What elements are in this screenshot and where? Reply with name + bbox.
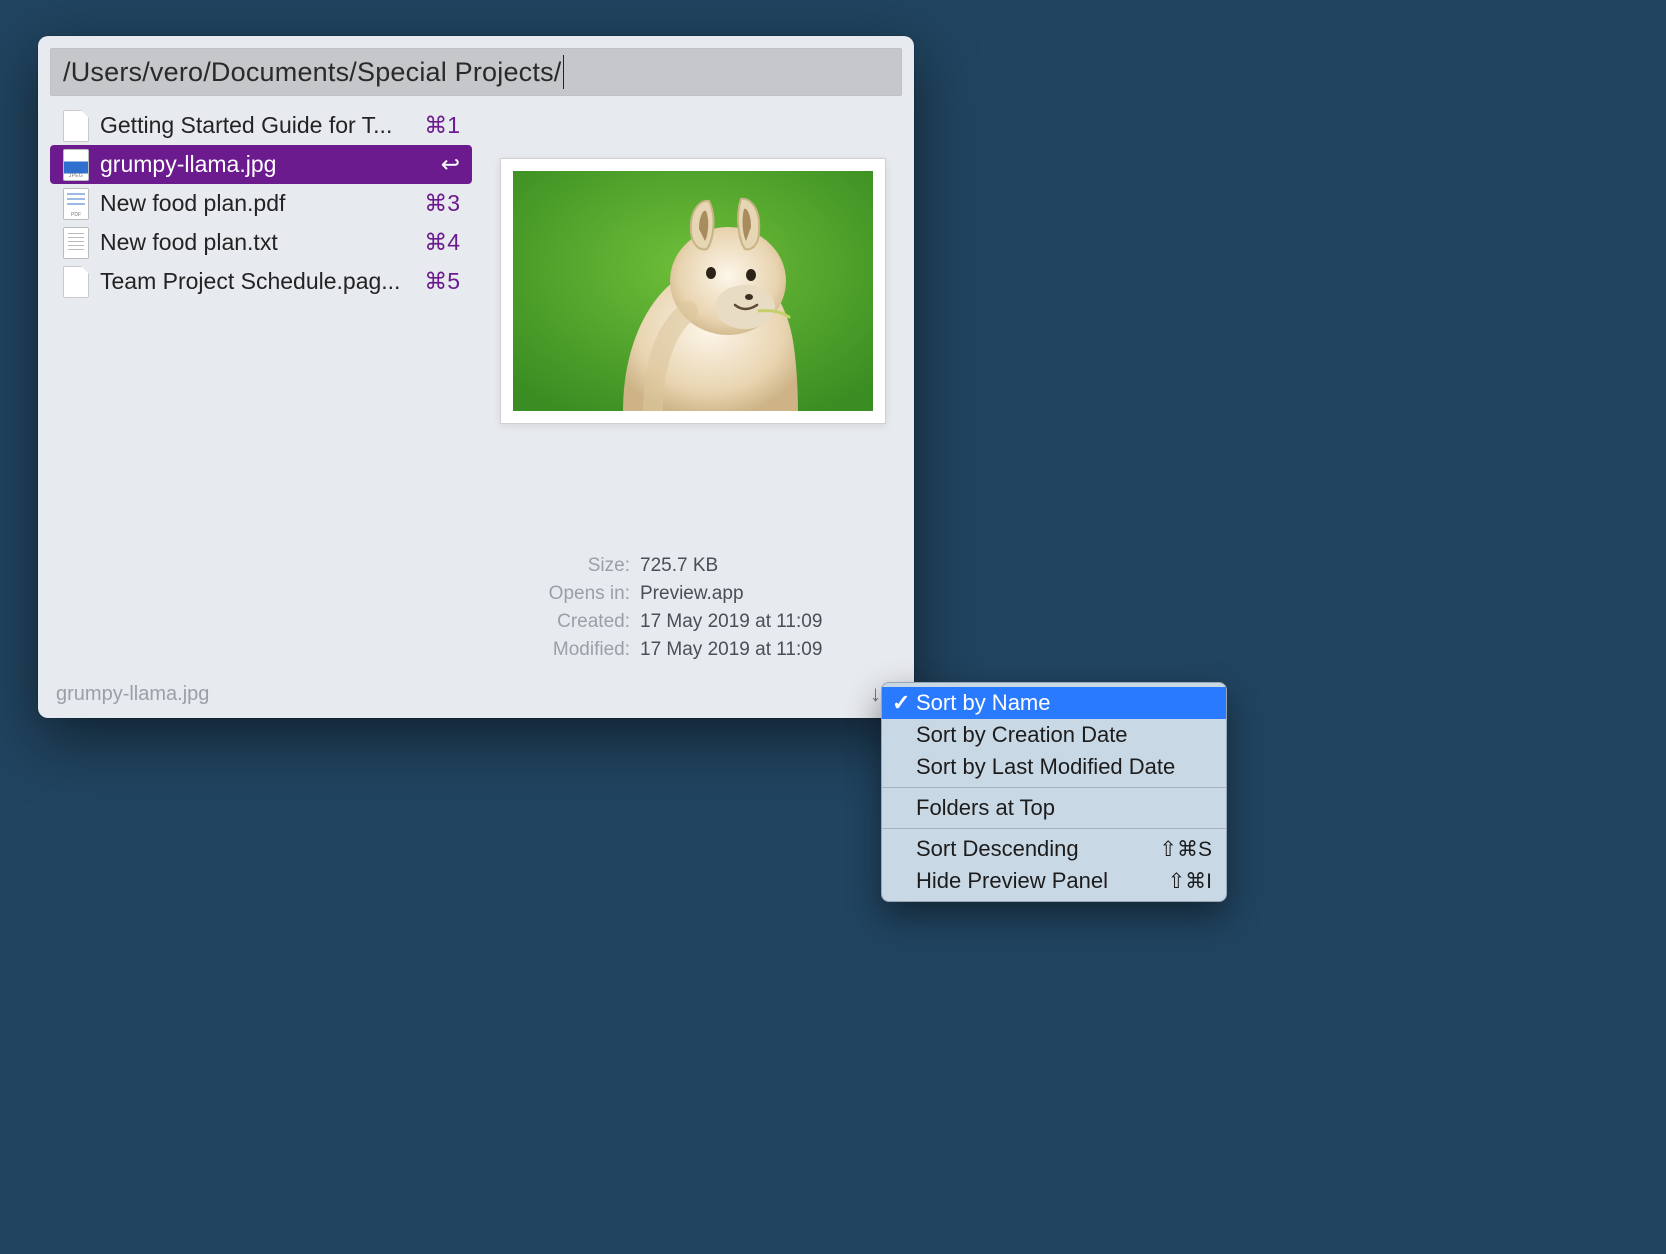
menu-label: Sort by Name (914, 690, 1212, 716)
menu-item-hide-preview[interactable]: Hide Preview Panel ⇧⌘I (882, 865, 1226, 897)
path-input[interactable]: /Users/vero/Documents/Special Projects/ (50, 48, 902, 96)
window-body: Getting Started Guide for T... ⌘1 grumpy… (50, 96, 902, 676)
file-name: grumpy-llama.jpg (100, 151, 410, 178)
check-icon: ✓ (892, 690, 910, 716)
file-row[interactable]: Team Project Schedule.pag... ⌘5 (50, 262, 472, 301)
menu-label: Sort Descending (914, 836, 1155, 862)
file-shortcut: ⌘5 (420, 268, 472, 295)
file-shortcut: ⌘3 (420, 190, 472, 217)
file-name: Team Project Schedule.pag... (100, 268, 410, 295)
document-icon (62, 265, 90, 299)
menu-separator (882, 787, 1226, 788)
file-shortcut: ⌘4 (420, 229, 472, 256)
preview-pane: Size: 725.7 KB Opens in: Preview.app Cre… (472, 102, 902, 676)
meta-value: 17 May 2019 at 11:09 (640, 636, 822, 664)
meta-value: 725.7 KB (640, 552, 718, 580)
menu-item-folders-at-top[interactable]: Folders at Top (882, 792, 1226, 824)
jpeg-icon (62, 148, 90, 182)
launcher-window: /Users/vero/Documents/Special Projects/ … (38, 36, 914, 718)
pdf-icon (62, 187, 90, 221)
file-row[interactable]: New food plan.pdf ⌘3 (50, 184, 472, 223)
meta-row-modified: Modified: 17 May 2019 at 11:09 (500, 636, 854, 664)
file-name: New food plan.txt (100, 229, 410, 256)
sort-context-menu: ✓ Sort by Name Sort by Creation Date Sor… (881, 682, 1227, 902)
arrow-down-icon: ↓ (870, 681, 881, 707)
menu-label: Folders at Top (914, 795, 1212, 821)
menu-label: Sort by Last Modified Date (914, 754, 1212, 780)
txt-icon (62, 226, 90, 260)
meta-label: Modified: (500, 636, 630, 664)
file-shortcut: ↩ (420, 151, 472, 178)
menu-item-sort-by-creation[interactable]: Sort by Creation Date (882, 719, 1226, 751)
path-text: /Users/vero/Documents/Special Projects/ (63, 57, 561, 88)
file-list: Getting Started Guide for T... ⌘1 grumpy… (50, 102, 472, 676)
menu-shortcut: ⇧⌘I (1168, 869, 1212, 894)
meta-value: Preview.app (640, 580, 744, 608)
menu-item-sort-descending[interactable]: Sort Descending ⇧⌘S (882, 833, 1226, 865)
meta-value: 17 May 2019 at 11:09 (640, 608, 822, 636)
file-name: New food plan.pdf (100, 190, 410, 217)
file-name: Getting Started Guide for T... (100, 112, 410, 139)
llama-image (513, 171, 873, 411)
file-row[interactable]: grumpy-llama.jpg ↩ (50, 145, 472, 184)
menu-label: Hide Preview Panel (914, 868, 1164, 894)
menu-label: Sort by Creation Date (914, 722, 1212, 748)
file-shortcut: ⌘1 (420, 112, 472, 139)
menu-separator (882, 828, 1226, 829)
preview-thumbnail (500, 158, 886, 424)
menu-shortcut: ⇧⌘S (1159, 837, 1212, 862)
meta-label: Created: (500, 608, 630, 636)
menu-item-sort-by-modified[interactable]: Sort by Last Modified Date (882, 751, 1226, 783)
meta-label: Size: (500, 552, 630, 580)
meta-row-size: Size: 725.7 KB (500, 552, 854, 580)
meta-row-opens: Opens in: Preview.app (500, 580, 854, 608)
document-icon (62, 109, 90, 143)
file-row[interactable]: Getting Started Guide for T... ⌘1 (50, 106, 472, 145)
footer-filename: grumpy-llama.jpg (56, 683, 209, 706)
meta-row-created: Created: 17 May 2019 at 11:09 (500, 608, 854, 636)
file-row[interactable]: New food plan.txt ⌘4 (50, 223, 472, 262)
menu-item-sort-by-name[interactable]: ✓ Sort by Name (882, 687, 1226, 719)
meta-label: Opens in: (500, 580, 630, 608)
file-metadata: Size: 725.7 KB Opens in: Preview.app Cre… (500, 552, 902, 664)
text-cursor (563, 55, 564, 89)
footer: grumpy-llama.jpg ↓ A Z (50, 676, 902, 718)
